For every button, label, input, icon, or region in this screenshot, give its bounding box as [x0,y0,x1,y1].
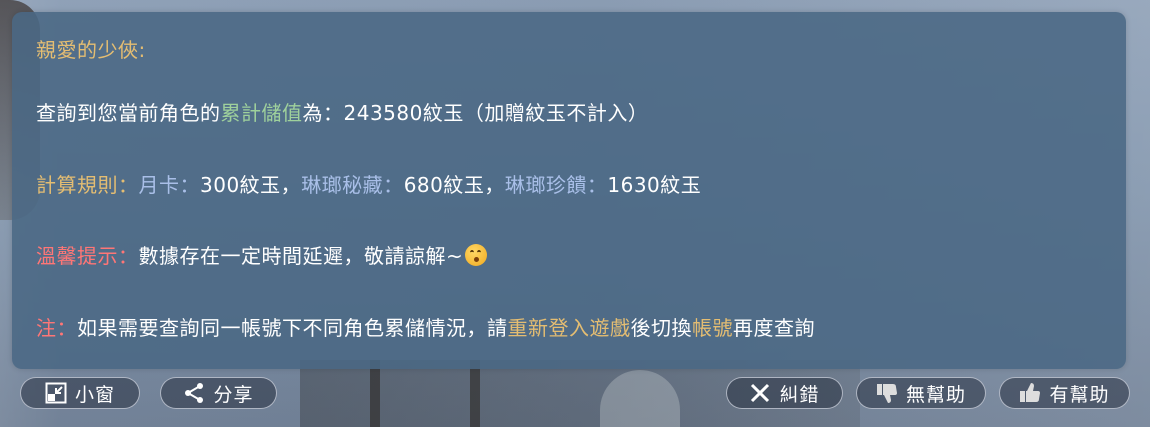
rules-label: 計算規則： [36,173,139,197]
rule-item-precious-gift: 琳瑯珍饋： [504,173,608,197]
tip-line: 溫馨提示：數據存在一定時間延遲，敬請諒解~ [36,240,488,269]
recharge-highlight: 累計儲值 [220,101,303,125]
recharge-total-line: 查詢到您當前角色的累計儲值為：243580紋玉（加贈紋玉不計入） [36,97,648,126]
helpful-button[interactable]: 有幫助 [999,377,1130,409]
note-line: 注：如果需要查詢同一帳號下不同角色累儲情況，請重新登入遊戲後切換帳號再度查詢 [36,312,815,341]
background-vase [600,370,680,427]
report-error-button[interactable]: 糾錯 [726,377,843,409]
note-text-1: 如果需要查詢同一帳號下不同角色累儲情況，請 [77,316,508,340]
tip-text: 數據存在一定時間延遲，敬請諒解~ [138,244,464,268]
tip-label: 溫馨提示： [36,244,139,268]
share-label: 分享 [213,383,254,406]
helpful-label: 有幫助 [1049,383,1110,406]
share-icon [183,382,205,404]
message-panel: 親愛的少俠: 查詢到您當前角色的累計儲值為：243580紋玉（加贈紋玉不計入） … [12,12,1126,369]
thumbs-down-icon [876,382,898,404]
mini-window-label: 小窗 [74,383,115,406]
share-button[interactable]: 分享 [160,377,277,409]
note-label: 注： [36,316,77,340]
recharge-value: 為：243580紋玉（加贈紋玉不計入） [302,101,649,125]
not-helpful-button[interactable]: 無幫助 [856,377,986,409]
not-helpful-label: 無幫助 [905,383,966,406]
background-post [470,360,480,427]
note-text-2: 後切換 [630,316,692,340]
greeting: 親愛的少俠: [36,38,146,62]
rule-value-secret-treasure: 680紋玉， [403,173,505,197]
rule-item-monthly-card: 月卡： [138,173,200,197]
background-post [370,360,380,427]
thumbs-up-icon [1019,382,1041,404]
note-highlight-relogin: 重新登入遊戲 [507,316,631,340]
recharge-prefix: 查詢到您當前角色的 [36,101,221,125]
rule-value-precious-gift: 1630紋玉 [607,173,702,197]
note-text-3: 再度查詢 [733,316,815,340]
report-error-label: 糾錯 [779,383,820,406]
mini-window-button[interactable]: 小窗 [20,377,140,409]
mini-window-icon [45,382,67,404]
rule-item-secret-treasure: 琳瑯秘藏： [301,173,404,197]
kissing-face-emoji-icon [465,244,488,266]
close-x-icon [749,382,771,404]
note-highlight-account: 帳號 [692,316,733,340]
calculation-rules-line: 計算規則：月卡：300紋玉，琳瑯秘藏：680紋玉，琳瑯珍饋：1630紋玉 [36,169,701,198]
rule-value-monthly-card: 300紋玉， [200,173,302,197]
